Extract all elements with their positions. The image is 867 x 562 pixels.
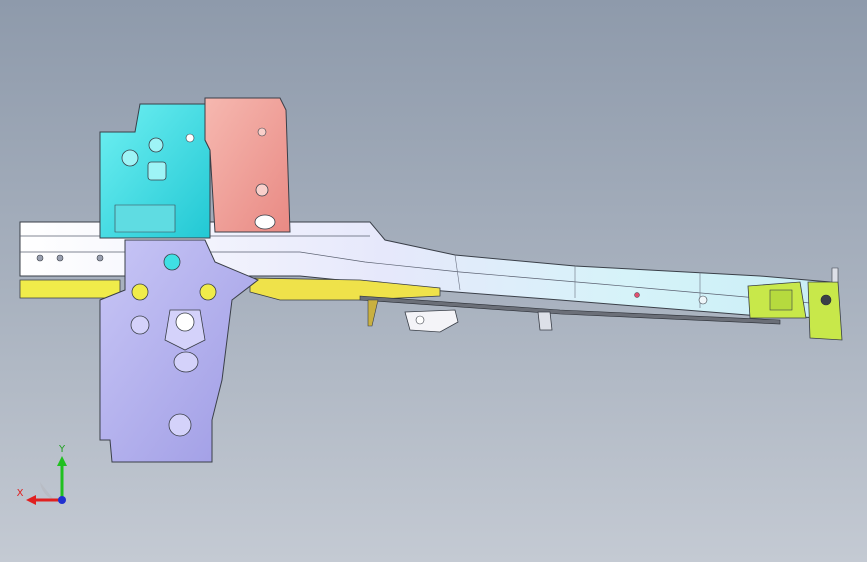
- coordinate-triad: Y X: [17, 444, 67, 505]
- 3d-viewport[interactable]: [0, 0, 867, 562]
- z-axis-dot: [58, 496, 66, 504]
- x-axis-label: X: [17, 488, 24, 499]
- cyan-bracket[interactable]: [99, 103, 211, 239]
- salmon-bracket[interactable]: [204, 97, 291, 233]
- y-axis-label: Y: [58, 444, 66, 455]
- y-axis-arrow: [57, 456, 67, 466]
- x-axis-arrow: [26, 495, 36, 505]
